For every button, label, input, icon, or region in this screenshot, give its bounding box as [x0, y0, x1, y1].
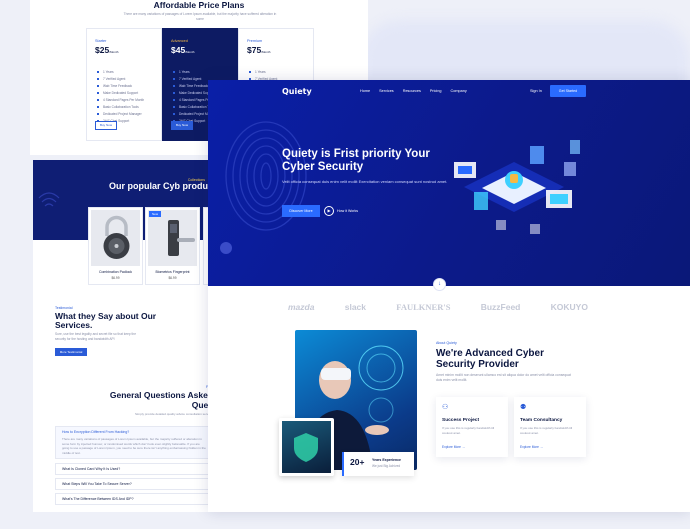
- feature: 1 Years: [249, 69, 277, 76]
- hero-title: Quiety is Frist priority Your Cyber Secu…: [282, 148, 430, 173]
- secondary-page: Collections Our popular Cyb produc Combi…: [33, 160, 213, 512]
- get-started-button[interactable]: Get Started: [550, 85, 586, 97]
- price-card-starter: Starter $25/Month 1 Years 7 Verified Age…: [86, 28, 162, 141]
- faq-item[interactable]: What Is Cloned Card Why It Is Used?: [55, 463, 213, 475]
- experience-sub: We just Big Achived: [372, 464, 401, 468]
- isometric-security-illustration: [454, 140, 580, 234]
- faq-answer: There are many variations of passages of…: [62, 437, 206, 455]
- faq-title: General Questions Asked Ques: [109, 390, 213, 410]
- wifi-icon: [38, 192, 60, 207]
- feature: 7 Verified Agent: [97, 76, 144, 83]
- feature: Basic Collaboration Tools: [97, 104, 144, 111]
- nav-item-company[interactable]: Company: [450, 89, 466, 93]
- service-desc: If you use this is regularly bandwidth t…: [520, 426, 573, 435]
- brand-logo-buzzfeed: BuzzFeed: [480, 302, 521, 312]
- padlock-image: [91, 210, 140, 266]
- faq-eyebrow: FAQ: [123, 385, 213, 389]
- experience-number: 20+: [350, 457, 365, 467]
- brand-logos: mazda slack FAULKNER'S BuzzFeed KOKUYO: [288, 302, 588, 312]
- products-title: Our popular Cyb produc: [108, 181, 213, 191]
- sign-in-link[interactable]: Sign In: [530, 89, 542, 93]
- nav-item-services[interactable]: Services: [379, 89, 394, 93]
- faq-question: What Is Cloned Card Why It Is Used?: [62, 467, 121, 471]
- door-lock-image: [148, 210, 197, 266]
- product-card[interactable]: Combination Padlock $6.99: [88, 207, 143, 285]
- about-eyebrow: About Quiety: [436, 341, 457, 345]
- pricing-title: Affordable Price Plans: [153, 0, 245, 10]
- users-icon: ⚇: [442, 404, 449, 411]
- product-price: $6.99: [111, 276, 120, 280]
- plan-name: Starter: [95, 39, 107, 43]
- more-testimonial-button[interactable]: More Testimonial: [55, 348, 87, 356]
- buy-now-button[interactable]: Buy Now: [95, 121, 117, 130]
- feature: Wab Time Feedback: [97, 83, 144, 90]
- service-desc: If you use this is regularly bandwidth t…: [442, 426, 495, 435]
- product-price: $6.99: [168, 276, 177, 280]
- brand-logo-faulkners: FAULKNER'S: [396, 302, 451, 312]
- nav-item-resources[interactable]: Resources: [403, 89, 421, 93]
- fingerprint-graphic: [225, 121, 307, 231]
- about-description: Amet minim mollit non deserunt ullamco e…: [436, 373, 571, 382]
- nav-item-pricing[interactable]: Pricing: [430, 89, 442, 93]
- plan-price: $75/Month: [247, 45, 271, 55]
- security-shield-photo: [279, 418, 334, 476]
- main-page: Quiety Home Services Resources Pricing C…: [208, 80, 690, 512]
- new-badge: New: [149, 211, 162, 217]
- faq-question: What's The Difference Between IDS And ID…: [62, 497, 134, 501]
- scroll-down-icon[interactable]: ↓: [433, 278, 446, 291]
- feature: Dedicated Project Manager: [97, 111, 144, 118]
- brand-logo-kokuyo: KOKUYO: [550, 302, 588, 312]
- faq-item[interactable]: How to Encryption Different From Hacking…: [55, 426, 213, 459]
- feature: 1 Years: [173, 69, 220, 76]
- testimonial-eyebrow: Testimonial: [55, 306, 73, 310]
- discover-more-button[interactable]: Discover More: [282, 205, 320, 217]
- service-card-consultancy[interactable]: ⚉ Team Consultancy If you use this is re…: [514, 397, 586, 457]
- plan-features: 1 Years 7 Verified Agent Wab Time Feedba…: [97, 69, 144, 125]
- hero-section: Quiety Home Services Resources Pricing C…: [208, 80, 690, 286]
- nav-item-home[interactable]: Home: [360, 89, 370, 93]
- feature: 1 Years: [97, 69, 144, 76]
- faq-desc: Simply provide detailed quality advice c…: [134, 412, 213, 416]
- hero-description: Velit officia consequat duis enim velit …: [282, 179, 448, 184]
- experience-label: Years Experience: [372, 458, 401, 462]
- brand-logo-slack: slack: [344, 302, 367, 312]
- experience-badge: 20+ Years Experience We just Big Achived: [342, 452, 414, 476]
- service-title: Team Consultancy: [520, 418, 563, 423]
- faq-question: What Steps Will You Take To Secure Serve…: [62, 482, 132, 486]
- feature: Make Dedicated Support: [97, 90, 144, 97]
- play-icon[interactable]: ▶: [324, 206, 334, 216]
- how-it-works-link[interactable]: How it Works: [337, 209, 358, 213]
- logo[interactable]: Quiety: [282, 87, 312, 96]
- plan-price: $45/Month: [171, 45, 195, 55]
- testimonial-desc: Sure, use the best legality and secret f…: [55, 332, 136, 341]
- service-title: Success Project: [442, 418, 480, 423]
- explore-more-link[interactable]: Explore More →: [442, 445, 465, 449]
- product-card[interactable]: New Biometrics Fingerprint $6.99: [145, 207, 200, 285]
- plan-name: Premium: [247, 39, 263, 43]
- buy-now-button[interactable]: Buy Now: [171, 121, 193, 130]
- service-card-success[interactable]: ⚇ Success Project If you use this is reg…: [436, 397, 508, 457]
- faq-item[interactable]: What's The Difference Between IDS And ID…: [55, 493, 213, 505]
- product-name: Biometrics Fingerprint: [155, 270, 190, 274]
- main-nav: Home Services Resources Pricing Company: [360, 89, 467, 93]
- testimonial-title: What they Say about Our Services.: [55, 311, 157, 330]
- product-name: Combination Padlock: [98, 270, 133, 274]
- plan-name: Advanced: [171, 39, 188, 43]
- faq-question: How to Encryption Different From Hacking…: [62, 430, 130, 434]
- pricing-subtitle: There are many variations of passages of…: [123, 12, 277, 21]
- about-title: We're Advanced Cyber Security Provider: [436, 348, 544, 370]
- plan-price: $25/Month: [95, 45, 119, 55]
- faq-item[interactable]: What Steps Will You Take To Secure Serve…: [55, 478, 213, 490]
- decorative-dot: [220, 242, 232, 254]
- brand-logo-mazda: mazda: [288, 302, 315, 312]
- explore-more-link[interactable]: Explore More →: [520, 445, 543, 449]
- feature: 4 Standard Pages Per Month: [97, 97, 144, 104]
- team-icon: ⚉: [520, 404, 527, 411]
